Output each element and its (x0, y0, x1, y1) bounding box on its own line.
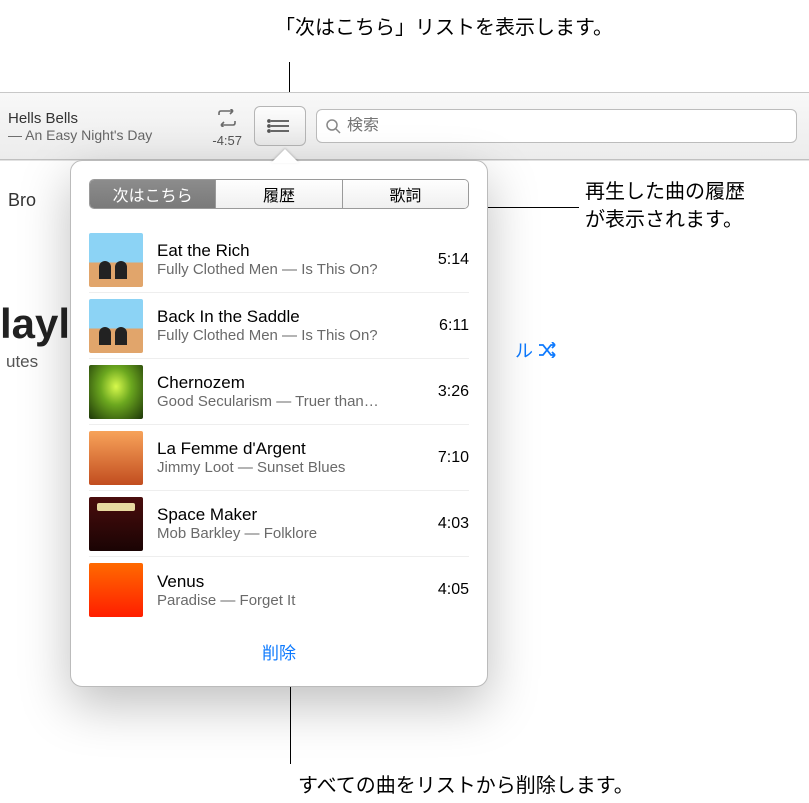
shuffle-all[interactable]: ル (515, 337, 559, 363)
queue-item[interactable]: La Femme d'Argent Jimmy Loot — Sunset Bl… (89, 425, 469, 491)
track-title: La Femme d'Argent (157, 439, 428, 459)
track-subtitle: Good Secularism — Truer than… (157, 393, 428, 410)
callout-history-line1: 再生した曲の履歴 (585, 178, 745, 206)
callout-line-right (486, 207, 579, 208)
shuffle-label: ル (515, 337, 533, 363)
queue-item[interactable]: Chernozem Good Secularism — Truer than… … (89, 359, 469, 425)
track-subtitle: Fully Clothed Men — Is This On? (157, 327, 429, 344)
album-art (89, 563, 143, 617)
callout-up-next: 「次はこちら」リストを表示します。 (275, 14, 613, 42)
album-art (89, 233, 143, 287)
track-title: Space Maker (157, 505, 428, 525)
browse-label: Bro (8, 190, 36, 211)
now-playing: Hells Bells — An Easy Night's Day (0, 93, 210, 159)
callout-history-line2: が表示されます。 (585, 206, 743, 234)
track-subtitle: Jimmy Loot — Sunset Blues (157, 459, 428, 476)
track-duration: 5:14 (438, 251, 469, 269)
search-icon (325, 118, 341, 134)
clear-button[interactable]: 削除 (89, 639, 469, 664)
now-playing-subtitle: — An Easy Night's Day (8, 127, 210, 143)
queue-item[interactable]: Venus Paradise — Forget It 4:05 (89, 557, 469, 623)
track-subtitle: Mob Barkley — Folklore (157, 525, 428, 542)
track-duration: 6:11 (439, 317, 469, 335)
track-duration: 4:03 (438, 515, 469, 533)
up-next-button[interactable] (254, 106, 306, 146)
search-field[interactable] (316, 109, 797, 143)
track-duration: 4:05 (438, 581, 469, 599)
queue-list: Eat the Rich Fully Clothed Men — Is This… (89, 227, 469, 623)
queue-item[interactable]: Space Maker Mob Barkley — Folklore 4:03 (89, 491, 469, 557)
track-subtitle: Fully Clothed Men — Is This On? (157, 261, 428, 278)
tab-history[interactable]: 履歴 (216, 180, 342, 208)
segmented-control: 次はこちら 履歴 歌詞 (89, 179, 469, 209)
album-art (89, 497, 143, 551)
album-art (89, 299, 143, 353)
queue-item[interactable]: Eat the Rich Fully Clothed Men — Is This… (89, 227, 469, 293)
track-duration: 7:10 (438, 449, 469, 467)
track-title: Chernozem (157, 373, 428, 393)
track-title: Eat the Rich (157, 241, 428, 261)
toolbar: Hells Bells — An Easy Night's Day -4:57 (0, 92, 809, 160)
track-subtitle: Paradise — Forget It (157, 592, 428, 609)
tab-up-next[interactable]: 次はこちら (90, 180, 216, 208)
queue-item[interactable]: Back In the Saddle Fully Clothed Men — I… (89, 293, 469, 359)
repeat-icon[interactable] (214, 105, 240, 131)
now-playing-title: Hells Bells (8, 110, 210, 127)
shuffle-icon (537, 342, 559, 358)
up-next-popover: 次はこちら 履歴 歌詞 Eat the Rich Fully Clothed M… (70, 160, 488, 687)
utes-bg: utes (6, 352, 38, 372)
tab-lyrics[interactable]: 歌詞 (343, 180, 468, 208)
album-art (89, 365, 143, 419)
time-remaining: -4:57 (212, 133, 248, 148)
callout-clear: すべての曲をリストから削除します。 (298, 772, 634, 800)
track-duration: 3:26 (438, 383, 469, 401)
search-input[interactable] (347, 117, 788, 135)
track-title: Venus (157, 572, 428, 592)
album-art (89, 431, 143, 485)
track-title: Back In the Saddle (157, 307, 429, 327)
